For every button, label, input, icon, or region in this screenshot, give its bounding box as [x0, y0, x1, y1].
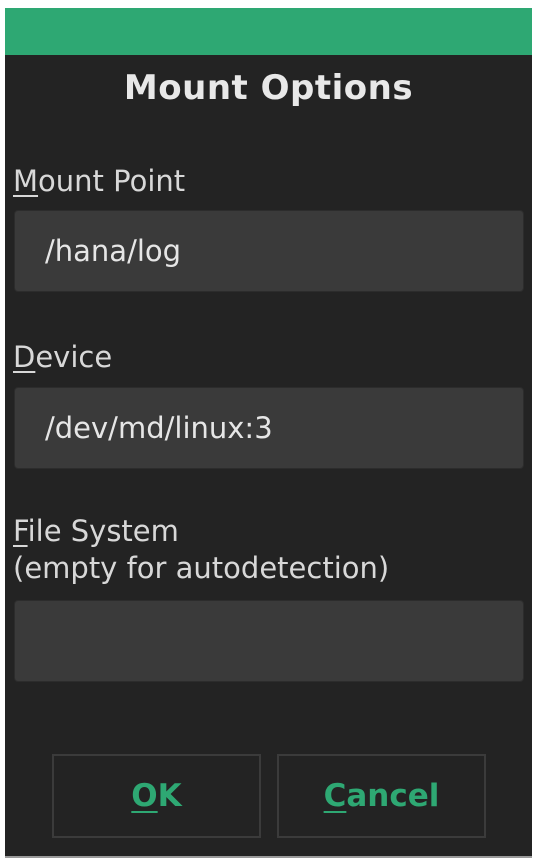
mount-point-input[interactable]: /hana/log — [14, 210, 524, 292]
device-label: Device — [13, 340, 112, 374]
cancel-hotkey: C — [323, 778, 347, 814]
mount-options-dialog: Mount Options Mount Point /hana/log Devi… — [5, 8, 532, 856]
device-hotkey: D — [13, 340, 36, 374]
file-system-label: File System — [13, 514, 179, 548]
file-system-input[interactable] — [14, 600, 524, 682]
mount-point-label: Mount Point — [13, 164, 185, 198]
title-bar[interactable] — [5, 8, 532, 55]
file-system-hotkey: F — [13, 514, 28, 548]
cancel-label: ancel — [346, 778, 440, 814]
ok-label: K — [157, 778, 182, 814]
mount-point-label-text: ount Point — [38, 164, 186, 198]
file-system-hint: (empty for autodetection) — [13, 551, 390, 585]
file-system-label-text: ile System — [27, 514, 179, 548]
cancel-button[interactable]: Cancel — [277, 754, 486, 838]
ok-button[interactable]: OK — [52, 754, 261, 838]
mount-point-hotkey: M — [13, 164, 39, 198]
device-input[interactable]: /dev/md/linux:3 — [14, 387, 524, 469]
dialog-title: Mount Options — [123, 68, 414, 108]
bottom-border — [5, 856, 532, 858]
ok-hotkey: O — [131, 778, 158, 814]
device-label-text: evice — [35, 340, 113, 374]
